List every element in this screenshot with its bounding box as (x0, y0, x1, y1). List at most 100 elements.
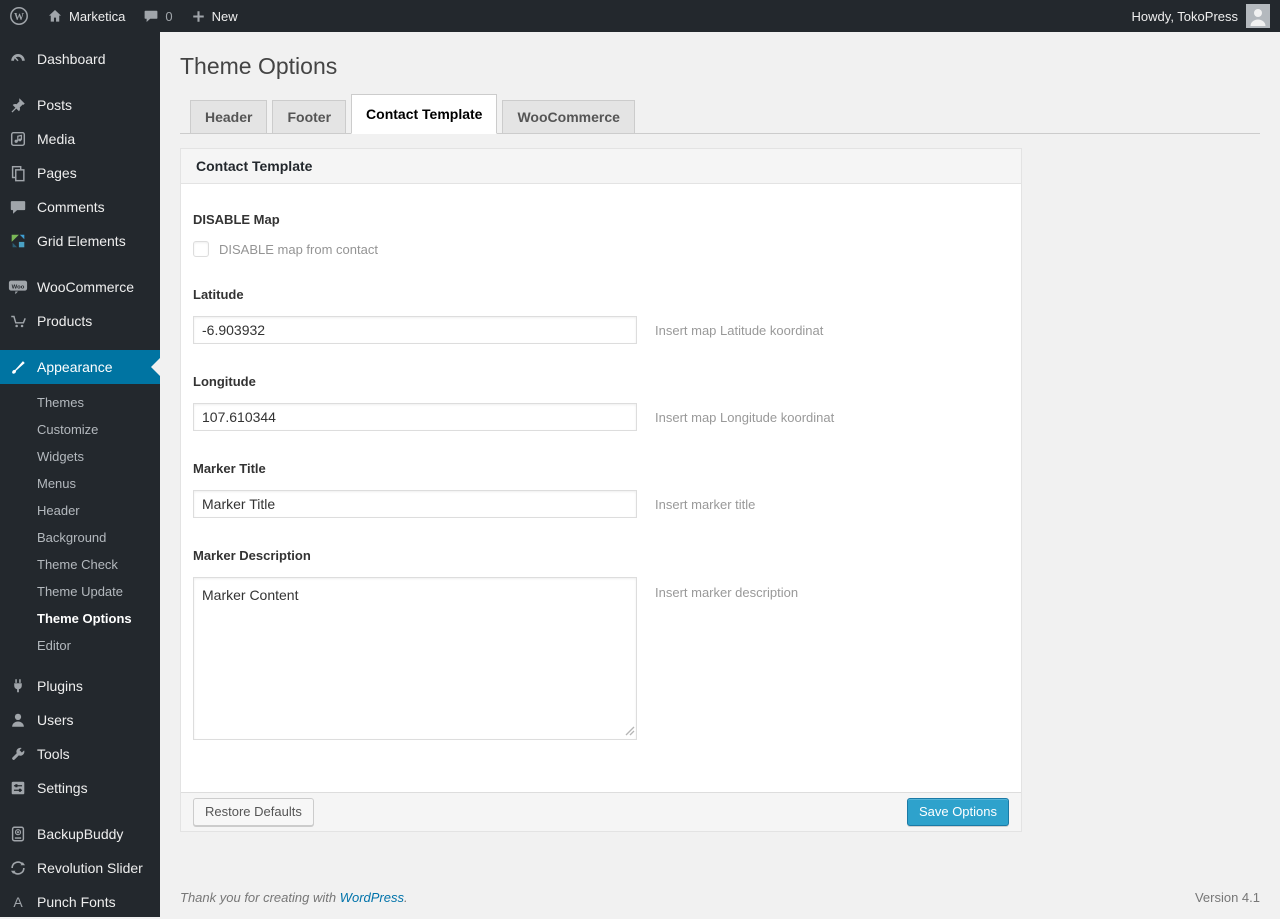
submenu-label: Customize (37, 422, 99, 437)
sidebar-item-comments[interactable]: Comments (0, 190, 160, 224)
main-content: Theme Options Header Footer Contact Temp… (160, 0, 1280, 917)
comments-menu[interactable]: 0 (134, 0, 181, 32)
disable-map-checkbox[interactable] (193, 241, 209, 257)
sidebar-item-dashboard[interactable]: Dashboard (0, 42, 160, 76)
sidebar-item-label: Tools (37, 746, 70, 762)
disable-map-checkbox-label: DISABLE map from contact (219, 241, 378, 257)
svg-text:Woo: Woo (12, 284, 25, 290)
sidebar-item-woocommerce[interactable]: Woo WooCommerce (0, 270, 160, 304)
sidebar-item-label: Revolution Slider (37, 860, 143, 876)
marker-description-field: Marker Description Marker Content Insert… (193, 548, 1009, 740)
sidebar-item-label: Posts (37, 97, 73, 113)
sidebar-item-revolution-slider[interactable]: Revolution Slider (0, 851, 160, 885)
submenu-item-widgets[interactable]: Widgets (0, 443, 160, 470)
tab-bar: Header Footer Contact Template WooCommer… (180, 94, 1260, 134)
submenu-item-theme-update[interactable]: Theme Update (0, 578, 160, 605)
sidebar-item-label: BackupBuddy (37, 826, 124, 842)
marker-title-label: Marker Title (193, 461, 266, 476)
contact-template-panel: Contact Template DISABLE Map DISABLE map… (180, 148, 1022, 832)
footer-period: . (404, 890, 408, 905)
user-icon (8, 710, 28, 730)
sidebar-item-label: Settings (37, 780, 88, 796)
sidebar-item-label: Comments (37, 199, 105, 215)
wordpress-link[interactable]: WordPress (340, 890, 404, 905)
footer-thanks: Thank you for creating with WordPress. (180, 890, 408, 905)
submenu-label: Menus (37, 476, 77, 491)
page-footer: Thank you for creating with WordPress. V… (180, 890, 1260, 905)
submenu-item-theme-options[interactable]: Theme Options (0, 605, 160, 632)
plus-icon (191, 9, 206, 24)
pushpin-icon (8, 95, 28, 115)
marker-title-field: Marker Title Insert marker title (193, 461, 1009, 518)
submenu-label: Themes (37, 395, 84, 410)
submenu-label: Widgets (37, 449, 84, 464)
submenu-item-header[interactable]: Header (0, 497, 160, 524)
disable-map-label: DISABLE Map (193, 212, 280, 227)
avatar (1246, 4, 1270, 28)
sidebar-item-label: Media (37, 131, 76, 147)
disable-map-checkbox-row[interactable]: DISABLE map from contact (193, 241, 1009, 257)
sidebar-item-punch-fonts[interactable]: A Punch Fonts (0, 885, 160, 919)
site-name-menu[interactable]: Marketica (38, 0, 134, 32)
letter-a-icon: A (13, 894, 23, 910)
marker-description-textarea[interactable]: Marker Content (193, 577, 637, 740)
sidebar-item-users[interactable]: Users (0, 703, 160, 737)
latitude-input[interactable] (193, 316, 637, 344)
submenu-item-themes[interactable]: Themes (0, 389, 160, 416)
sidebar-item-grid-elements[interactable]: Grid Elements (0, 224, 160, 258)
menu-separator (0, 805, 160, 817)
submenu-item-theme-check[interactable]: Theme Check (0, 551, 160, 578)
tab-woocommerce[interactable]: WooCommerce (502, 100, 635, 134)
menu-separator (0, 338, 160, 350)
plug-icon (8, 676, 28, 696)
submenu-item-customize[interactable]: Customize (0, 416, 160, 443)
submenu-item-menus[interactable]: Menus (0, 470, 160, 497)
grid-icon (8, 231, 28, 251)
submenu-label: Theme Options (37, 611, 132, 626)
tab-header[interactable]: Header (190, 100, 268, 134)
sidebar-item-pages[interactable]: Pages (0, 156, 160, 190)
sidebar-item-plugins[interactable]: Plugins (0, 669, 160, 703)
home-icon (47, 8, 63, 24)
sidebar-item-posts[interactable]: Posts (0, 88, 160, 122)
new-label: New (211, 8, 238, 24)
menu-separator (0, 76, 160, 88)
marker-description-label: Marker Description (193, 548, 311, 563)
restore-defaults-button[interactable]: Restore Defaults (193, 798, 314, 826)
sidebar-item-products[interactable]: Products (0, 304, 160, 338)
version-text: Version 4.1 (1194, 890, 1260, 905)
sidebar-item-label: Users (37, 712, 74, 728)
submenu-label: Header (37, 503, 80, 518)
sidebar-item-appearance[interactable]: Appearance (0, 350, 160, 384)
submenu-item-background[interactable]: Background (0, 524, 160, 551)
sidebar-item-media[interactable]: Media (0, 122, 160, 156)
wrench-icon (8, 744, 28, 764)
submenu-label: Editor (37, 638, 71, 653)
submenu-label: Theme Update (37, 584, 123, 599)
wordpress-logo-menu[interactable]: W (0, 0, 38, 32)
sidebar-item-label: Appearance (37, 359, 113, 375)
tab-contact-template[interactable]: Contact Template (351, 94, 498, 134)
new-menu[interactable]: New (182, 0, 247, 32)
longitude-input[interactable] (193, 403, 637, 431)
menu-separator (0, 258, 160, 270)
media-icon (8, 129, 28, 149)
sidebar-item-settings[interactable]: Settings (0, 771, 160, 805)
pages-icon (8, 163, 28, 183)
longitude-label: Longitude (193, 374, 256, 389)
woo-badge-icon: Woo (8, 277, 28, 297)
svg-text:W: W (14, 12, 24, 23)
marker-title-hint: Insert marker title (655, 496, 756, 512)
sidebar-item-backupbuddy[interactable]: BackupBuddy (0, 817, 160, 851)
submenu-label: Background (37, 530, 107, 545)
submenu-item-editor[interactable]: Editor (0, 632, 160, 659)
marker-title-input[interactable] (193, 490, 637, 518)
save-options-button[interactable]: Save Options (906, 798, 1009, 826)
howdy-text: Howdy, TokoPress (1131, 8, 1238, 24)
resize-grip-icon[interactable] (624, 725, 635, 736)
panel-title: Contact Template (181, 149, 1021, 184)
admin-bar: W Marketica 0 New Howdy, TokoPress (0, 0, 1280, 32)
tab-footer[interactable]: Footer (272, 100, 347, 134)
sidebar-item-tools[interactable]: Tools (0, 737, 160, 771)
account-menu[interactable]: Howdy, TokoPress (1132, 4, 1280, 28)
